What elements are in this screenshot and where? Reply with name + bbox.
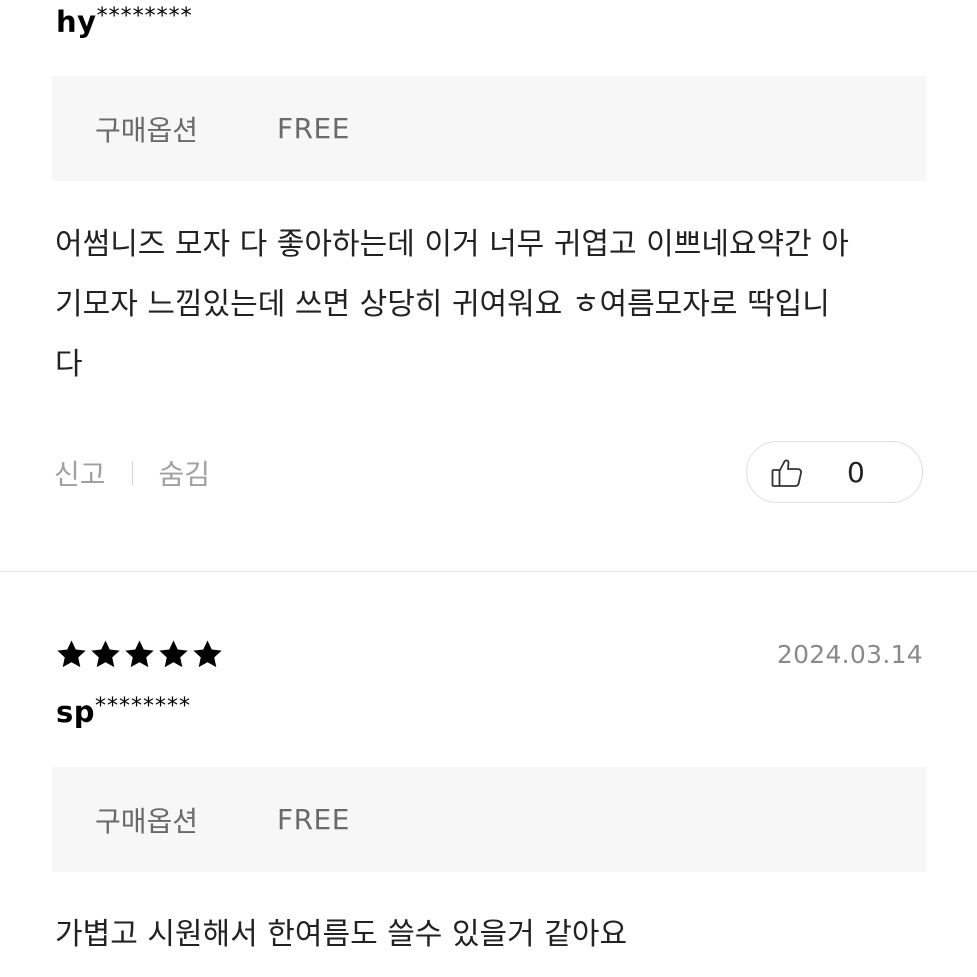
like-button[interactable]: 0 (746, 441, 923, 503)
star-icon (191, 638, 224, 671)
thumbs-up-icon (771, 458, 803, 488)
review-date: 2024.03.14 (776, 640, 923, 669)
review-text: 어썸니즈 모자 다 좋아하는데 이거 너무 귀엽고 이쁘네요약간 아 기모자 느… (55, 215, 925, 395)
review-actions: 신고 숨김 (54, 453, 210, 493)
reviewer-name: hy******** (56, 4, 193, 39)
review-text-line: 기모자 느낌있는데 쓰면 상당히 귀여워요 ㅎ여름모자로 딱입니 (55, 287, 830, 322)
like-count: 0 (847, 456, 865, 489)
purchase-option-box: 구매옵션 FREE (52, 767, 926, 872)
option-value: FREE (277, 112, 350, 145)
star-icon (157, 638, 190, 671)
review-text-line: 어썸니즈 모자 다 좋아하는데 이거 너무 귀엽고 이쁘네요약간 아 (55, 227, 849, 262)
option-label: 구매옵션 (95, 804, 199, 838)
star-rating (55, 638, 224, 671)
option-value: FREE (277, 803, 350, 836)
star-icon (55, 638, 88, 671)
review-text: 가볍고 시원해서 한여름도 쓸수 있을거 같아요 (55, 905, 925, 965)
review-item: 2024.03.14 sp******** 구매옵션 FREE 가볍고 시원해서… (0, 572, 977, 977)
action-separator (131, 461, 133, 485)
hide-link[interactable]: 숨김 (159, 453, 211, 493)
review-text-line: 가볍고 시원해서 한여름도 쓸수 있을거 같아요 (55, 917, 628, 952)
report-link[interactable]: 신고 (54, 453, 106, 493)
review-text-line: 다 (55, 347, 83, 382)
option-label: 구매옵션 (95, 113, 199, 147)
review-item: hy******** 구매옵션 FREE 어썸니즈 모자 다 좋아하는데 이거 … (0, 0, 977, 571)
purchase-option-box: 구매옵션 FREE (52, 76, 926, 181)
reviewer-name: sp******** (56, 694, 192, 729)
star-icon (89, 638, 122, 671)
star-icon (123, 638, 156, 671)
